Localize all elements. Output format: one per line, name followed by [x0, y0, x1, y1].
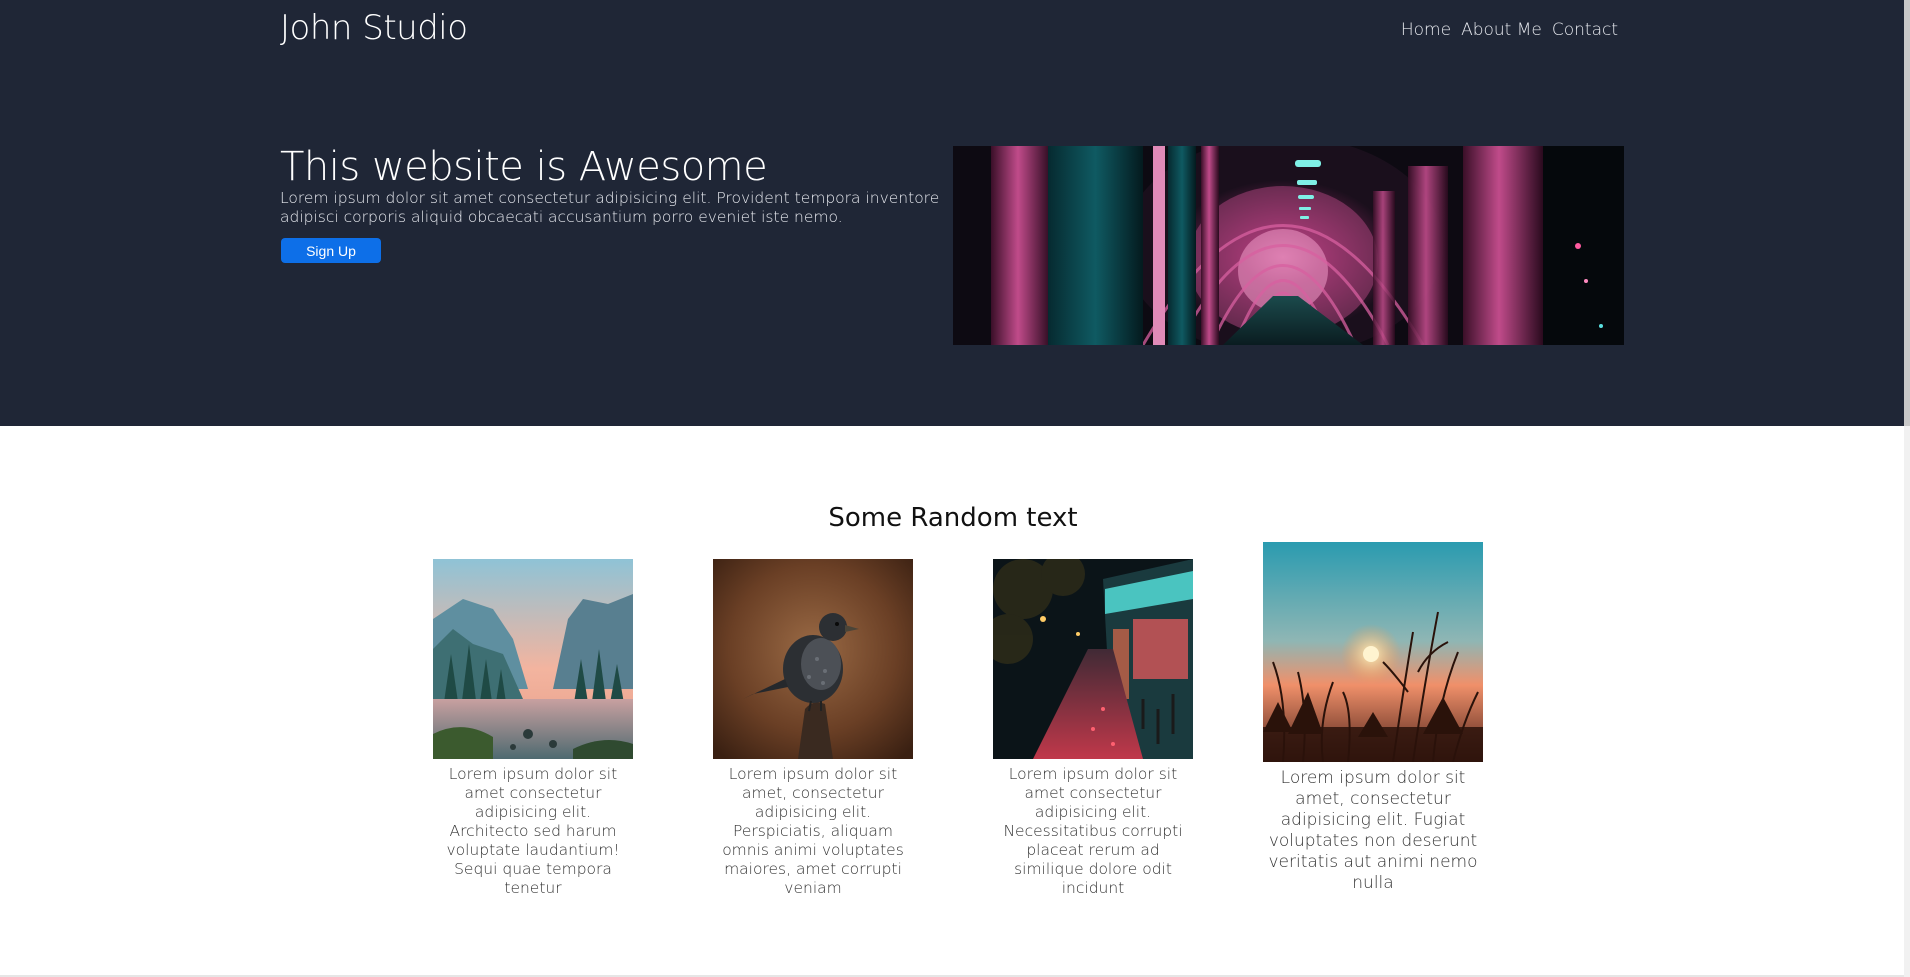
card-sunset-grass: Lorem ipsum dolor sit amet, consectetur … — [1263, 542, 1483, 894]
scrollbar-thumb[interactable] — [1904, 0, 1910, 426]
section-title: Some Random text — [828, 503, 1078, 533]
page: John Studio Home About Me Contact This w… — [0, 0, 1910, 977]
card-night-street: Lorem ipsum dolor sit amet consectetur a… — [993, 559, 1193, 898]
brand-logo[interactable]: John Studio — [280, 8, 468, 48]
corridor-image — [953, 146, 1624, 345]
night-street-image — [993, 559, 1193, 759]
hero-text: Lorem ipsum dolor sit amet consectetur a… — [280, 189, 940, 226]
card-text: Lorem ipsum dolor sit amet, consectetur … — [722, 765, 904, 897]
card-text: Lorem ipsum dolor sit amet consectetur a… — [1003, 765, 1183, 897]
hero-header: John Studio Home About Me Contact This w… — [0, 0, 1904, 426]
nav-about-me[interactable]: About Me — [1461, 20, 1542, 40]
hero-title: This website is Awesome — [280, 144, 768, 190]
nav-contact[interactable]: Contact — [1552, 20, 1618, 40]
card-bird: Lorem ipsum dolor sit amet, consectetur … — [713, 559, 913, 898]
bird-image — [713, 559, 913, 759]
nav-home[interactable]: Home — [1401, 20, 1451, 40]
card-text: Lorem ipsum dolor sit amet, consectetur … — [1268, 768, 1478, 893]
page-scrollbar[interactable] — [1904, 0, 1910, 977]
sunset-grass-image — [1263, 542, 1483, 762]
sign-up-button[interactable]: Sign Up — [281, 238, 381, 263]
card-mountain-lake: Lorem ipsum dolor sit amet consectetur a… — [433, 559, 633, 898]
mountain-lake-image — [433, 559, 633, 759]
card-text: Lorem ipsum dolor sit amet consectetur a… — [446, 765, 620, 897]
main-nav: Home About Me Contact — [1401, 20, 1618, 40]
